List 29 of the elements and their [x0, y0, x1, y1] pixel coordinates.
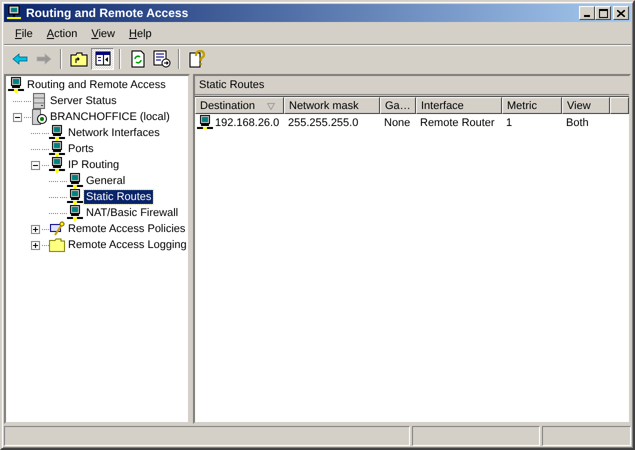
column-header[interactable]: Metric: [502, 97, 562, 114]
menu-item[interactable]: File: [8, 26, 40, 42]
column-header[interactable]: Interface: [416, 97, 502, 114]
tree-item[interactable]: Server Status: [48, 94, 119, 108]
table-cell: 192.168.26.0: [215, 117, 280, 129]
tree-item[interactable]: Ports: [66, 142, 96, 156]
tree-item[interactable]: General: [84, 174, 128, 188]
tree-item[interactable]: Network Interfaces: [66, 126, 162, 140]
table-cell: 255.255.255.0: [288, 117, 358, 129]
column-header[interactable]: Destination: [195, 97, 284, 114]
table-cell: Both: [566, 117, 589, 129]
tree-item[interactable]: Remote Access Logging: [66, 238, 189, 252]
window-title: Routing and Remote Access: [26, 6, 190, 20]
tree-item[interactable]: Routing and Remote Access: [25, 78, 168, 92]
tree-item[interactable]: NAT/Basic Firewall: [84, 206, 180, 220]
tree-item[interactable]: Remote Access Policies: [66, 222, 188, 236]
column-header[interactable]: View: [562, 97, 610, 114]
menu-item[interactable]: Help: [122, 26, 159, 42]
tree-item[interactable]: IP Routing: [66, 158, 122, 172]
menu-item[interactable]: Action: [40, 26, 84, 42]
panel-title: Static Routes: [195, 76, 629, 95]
menu-item[interactable]: View: [84, 26, 122, 42]
table-cell: 1: [506, 117, 512, 129]
column-header[interactable]: Network mask: [284, 97, 380, 114]
tree-item[interactable]: Static Routes: [84, 190, 154, 204]
table-cell: Remote Router: [420, 117, 495, 129]
table-cell: None: [384, 117, 410, 129]
tree-item[interactable]: BRANCHOFFICE (local): [48, 110, 172, 124]
column-header[interactable]: Ga…: [380, 97, 416, 114]
